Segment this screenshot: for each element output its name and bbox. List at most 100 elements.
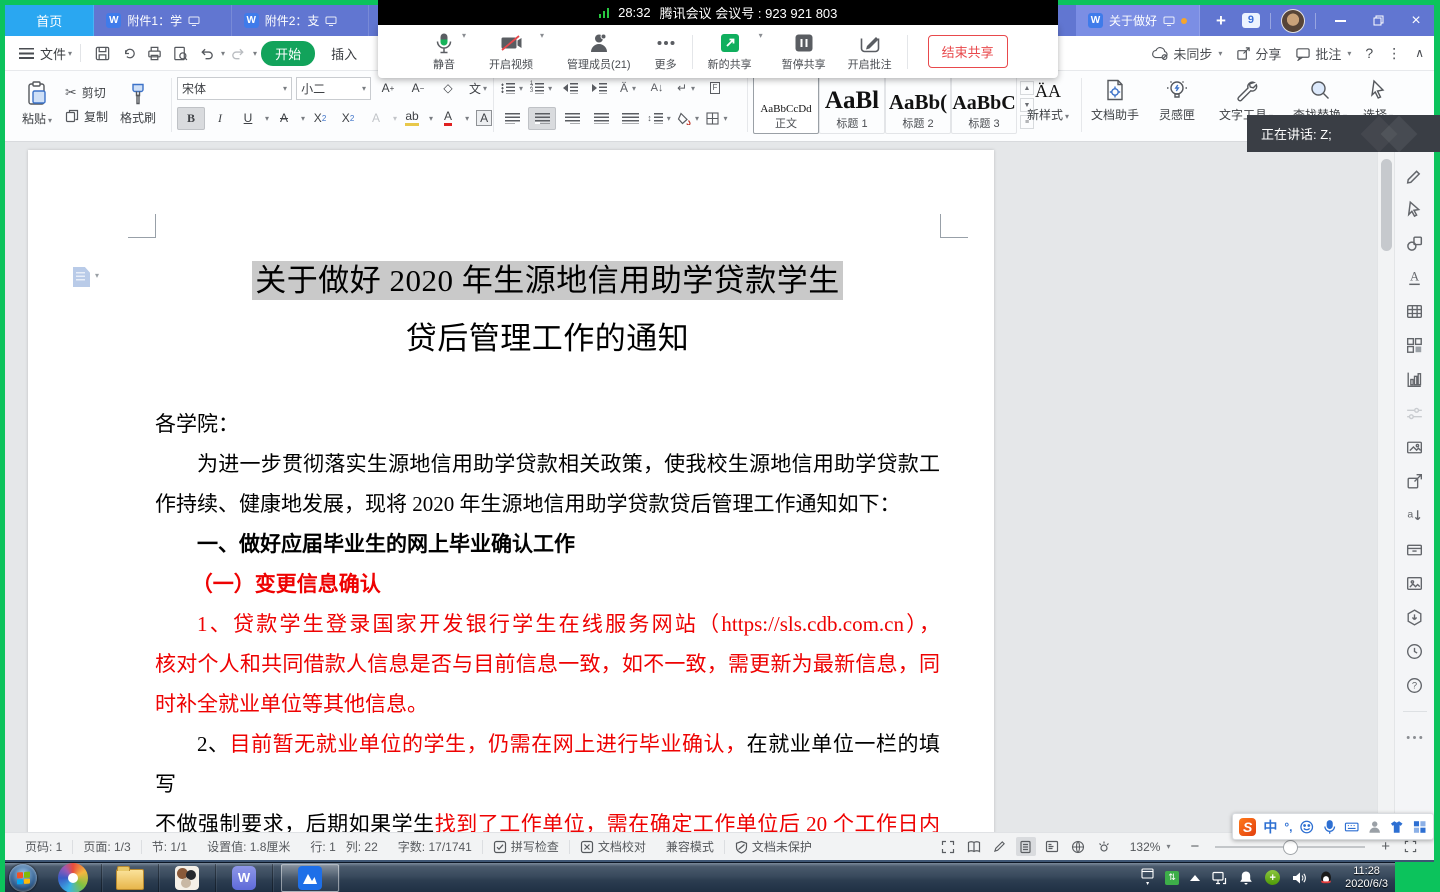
status-setting[interactable]: 设置值: 1.8厘米 — [197, 838, 300, 855]
zoom-slider-thumb[interactable] — [1283, 840, 1298, 855]
zoom-slider[interactable] — [1215, 846, 1365, 848]
status-column[interactable]: 列: 22 — [346, 838, 388, 855]
input-indicator-icon[interactable]: ▾ — [1141, 868, 1154, 887]
tab-home[interactable]: 首页 — [5, 5, 94, 36]
compat-mode-label[interactable]: 兼容模式 — [656, 838, 724, 855]
text-effects-button[interactable]: A — [363, 108, 389, 129]
material-box-icon[interactable] — [1404, 539, 1425, 560]
help-button[interactable]: ? — [1365, 45, 1373, 61]
text-direction-button[interactable]: F — [702, 78, 728, 99]
voice-input-icon[interactable] — [1322, 819, 1337, 835]
more-dots-icon[interactable] — [1404, 727, 1425, 748]
start-video-button[interactable]: 开启视频 — [482, 32, 540, 72]
strikethrough-button[interactable]: A — [271, 108, 297, 129]
style-heading1[interactable]: AaBl 标题 1 — [819, 76, 885, 134]
toolbox-icon[interactable] — [1412, 819, 1427, 835]
page-view-button[interactable] — [1016, 837, 1036, 856]
line-spacing-button[interactable]: ↕▾ — [646, 108, 672, 129]
volume-tray-icon[interactable] — [1291, 870, 1307, 886]
pause-share-button[interactable]: 暂停共享 — [775, 32, 833, 72]
restore-button[interactable] — [1364, 5, 1392, 36]
eye-protect-button[interactable] — [1094, 837, 1114, 856]
bullet-list-button[interactable]: ▾ — [499, 78, 525, 99]
minimize-button[interactable] — [1326, 5, 1354, 36]
sort-button[interactable]: A↓ — [644, 78, 670, 99]
doc-assistant-button[interactable]: 文档助手 — [1091, 76, 1139, 123]
italic-button[interactable]: I — [207, 108, 233, 129]
tab-attachment2[interactable]: W 附件2：支 — [232, 5, 369, 36]
outline-view-button[interactable] — [1042, 837, 1062, 856]
align-left-button[interactable] — [499, 108, 525, 129]
video-options-chevron[interactable]: ▾ — [540, 31, 544, 40]
zoom-level[interactable]: 132%▾ — [1120, 840, 1181, 854]
document-page[interactable]: 关于做好 2020 年生源地信用助学贷款学生 贷后管理工作的通知 各学院：为进一… — [28, 150, 994, 832]
mute-button[interactable]: 静音 — [426, 32, 462, 72]
chart-icon[interactable] — [1404, 369, 1425, 390]
end-share-button[interactable]: 结束共享 — [928, 35, 1008, 68]
qq-tray-icon[interactable] — [1318, 870, 1334, 886]
highlight-button[interactable]: ab — [399, 108, 425, 129]
subscript-button[interactable]: X2 — [335, 108, 361, 129]
change-case-button[interactable]: Ä▾ — [615, 78, 641, 99]
notification-bell-icon[interactable] — [1238, 870, 1254, 886]
shading-bucket-button[interactable]: ▾ — [675, 108, 701, 129]
more-menu-button[interactable]: ⋮ — [1387, 45, 1401, 62]
usb-tray-icon[interactable]: ⇅ — [1165, 871, 1179, 885]
shrink-font-button[interactable]: A− — [405, 78, 431, 99]
new-style-button[interactable]: ÄA 新样式▾ — [1027, 76, 1069, 123]
new-share-button[interactable]: 新的共享 — [701, 32, 759, 72]
table-icon[interactable] — [1404, 301, 1425, 322]
tab-attachment1[interactable]: W 附件1：学 — [94, 5, 231, 36]
scrollbar-thumb[interactable] — [1381, 159, 1392, 251]
taskbar-explorer[interactable] — [102, 864, 159, 892]
align-right-button[interactable] — [559, 108, 585, 129]
status-word-count[interactable]: 字数: 17/1741 — [388, 838, 482, 855]
inspiration-button[interactable]: 灵感匣 — [1159, 76, 1195, 123]
spell-check-button[interactable]: 拼写检查 — [483, 838, 569, 855]
redo-button[interactable] — [225, 41, 251, 65]
print-preview-button[interactable] — [167, 41, 193, 65]
justify-button[interactable] — [588, 108, 614, 129]
wordart-icon[interactable]: A — [1404, 267, 1425, 288]
punctuation-icon[interactable]: °, — [1284, 820, 1292, 834]
sync-status-button[interactable]: 未同步▾ — [1151, 44, 1222, 63]
doc-protect-button[interactable]: 文档未保护 — [725, 838, 822, 855]
style-heading3[interactable]: AaBbC 标题 3 — [951, 76, 1017, 134]
start-button[interactable] — [9, 864, 37, 892]
status-line[interactable]: 行: 1 — [300, 838, 345, 855]
account-icon[interactable] — [1367, 819, 1382, 835]
manage-members-button[interactable]: 管理成员(21) — [560, 32, 638, 72]
close-button[interactable]: × — [1402, 5, 1430, 36]
taskbar-clock[interactable]: 11:28 2020/6/3 — [1345, 865, 1388, 891]
font-size-combo[interactable]: 小二▾ — [296, 77, 371, 100]
style-heading2[interactable]: AaBb( 标题 2 — [885, 76, 951, 134]
download-center-icon[interactable] — [1404, 607, 1425, 628]
collapse-ribbon-button[interactable]: ∧ — [1415, 46, 1424, 60]
more-commands-chevron[interactable]: ▾ — [253, 49, 257, 58]
share-icon[interactable] — [1404, 471, 1425, 492]
save-button[interactable] — [89, 41, 115, 65]
underline-dropdown[interactable]: ▾ — [265, 114, 269, 123]
font-color-dropdown[interactable]: ▾ — [465, 114, 469, 123]
increase-indent-button[interactable] — [586, 78, 612, 99]
export-button[interactable] — [115, 41, 141, 65]
highlight-dropdown[interactable]: ▾ — [429, 114, 433, 123]
clear-format-button[interactable]: ◇ — [435, 78, 461, 99]
web-view-button[interactable] — [1068, 837, 1088, 856]
soft-keyboard-icon[interactable] — [1344, 819, 1359, 835]
write-mode-button[interactable] — [990, 837, 1010, 856]
skin-icon[interactable] — [1389, 819, 1404, 835]
share-options-chevron[interactable]: ▾ — [759, 31, 763, 40]
underline-button[interactable]: U — [235, 108, 261, 129]
select-cursor-icon[interactable] — [1404, 199, 1425, 220]
tab-active-document[interactable]: W 关于做好 — [1076, 5, 1200, 36]
vertical-scrollbar[interactable]: ▲ ▼ — [1377, 141, 1395, 832]
annotate-button[interactable]: 开启批注 — [841, 32, 899, 72]
menu-icon[interactable] — [19, 48, 34, 59]
cut-button[interactable]: ✂剪切 — [65, 84, 108, 101]
pen-icon[interactable] — [1404, 165, 1425, 186]
document-body[interactable]: 关于做好 2020 年生源地信用助学贷款学生 贷后管理工作的通知 各学院：为进一… — [155, 150, 940, 832]
formatting-marks-button[interactable]: ↵▾ — [673, 78, 699, 99]
sogou-logo-icon[interactable]: S — [1239, 818, 1256, 836]
format-painter-button[interactable]: 格式刷 — [114, 74, 162, 134]
